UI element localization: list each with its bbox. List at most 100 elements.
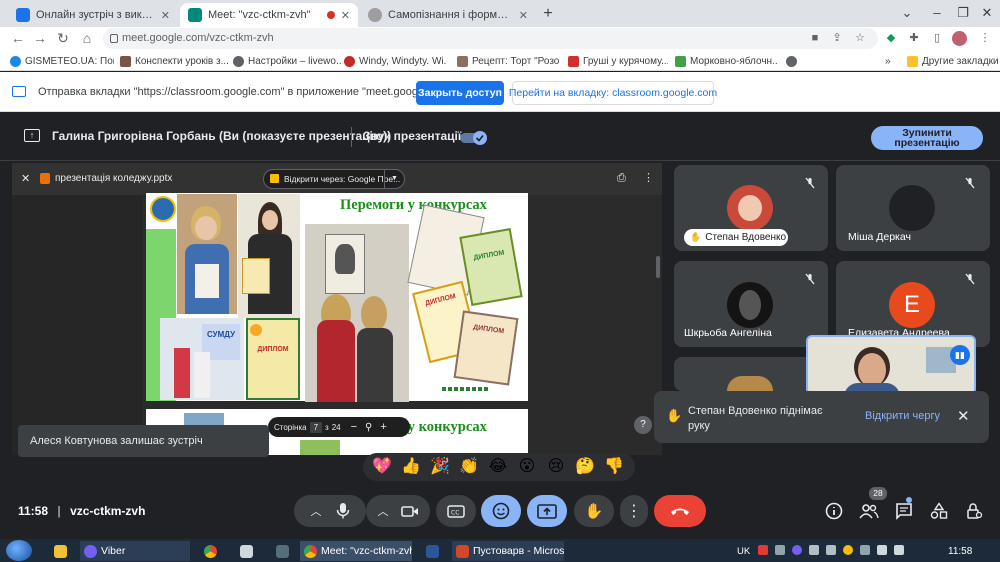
taskbar-word[interactable] xyxy=(422,541,448,561)
infobar-text: Отправка вкладки "https://classroom.goog… xyxy=(38,86,464,98)
stop-presenting-button[interactable]: Зупинити презентацію xyxy=(871,126,983,150)
camera-control[interactable]: ︿ xyxy=(366,495,430,527)
open-queue-button[interactable]: Відкрити чергу xyxy=(865,410,940,422)
taskbar-meet[interactable]: Meet: "vzc-ctkm-zvh"... xyxy=(300,541,412,561)
close-icon[interactable]: ✕ xyxy=(161,9,170,22)
taskbar-chrome[interactable] xyxy=(200,541,226,561)
taskbar-explorer[interactable] xyxy=(50,541,78,561)
reaction-surprised[interactable]: 😮 xyxy=(514,455,540,479)
tab-classroom[interactable]: Онлайн зустріч з викладача ✕ xyxy=(8,3,178,27)
back-icon[interactable]: ← xyxy=(8,27,28,51)
reaction-thumbs-down[interactable]: 👎 xyxy=(601,455,627,479)
shield-icon[interactable]: ◆ xyxy=(882,29,900,48)
leave-call-button[interactable] xyxy=(654,495,706,527)
divider xyxy=(351,127,352,147)
reaction-party[interactable]: 🎉 xyxy=(427,455,453,479)
star-icon[interactable]: ☆ xyxy=(851,29,869,48)
generic-icon xyxy=(368,8,382,22)
meeting-details-button[interactable] xyxy=(823,500,845,522)
slide-8-photo xyxy=(300,440,340,455)
stop-sharing-button[interactable]: Закрыть доступ xyxy=(416,81,504,105)
lock-icon xyxy=(110,34,118,43)
avatar xyxy=(727,282,773,328)
bookmark-windy[interactable]: Windy, Windyty. Wi... xyxy=(344,53,446,69)
print-icon: ⎙ xyxy=(617,172,626,184)
network-icon[interactable] xyxy=(877,545,887,555)
hand-icon: ✋ xyxy=(666,408,683,423)
tray-app-icon[interactable] xyxy=(775,545,785,555)
present-button[interactable] xyxy=(527,495,567,527)
switch-tab-button[interactable]: Перейти на вкладку: classroom.google.com xyxy=(509,81,717,105)
bookmark-cake[interactable]: Рецепт: Торт "Розо... xyxy=(457,53,559,69)
bookmark-lesson-notes[interactable]: Конспекти уроків з... xyxy=(120,53,230,69)
reaction-thinking[interactable]: 🤔 xyxy=(572,455,598,479)
tray-app-icon[interactable] xyxy=(809,545,819,555)
avatar xyxy=(889,185,935,231)
mic-control[interactable]: ︿ xyxy=(294,495,366,527)
file-name: презентація коледжу.pptx xyxy=(55,173,173,184)
word-icon xyxy=(426,544,439,558)
chevron-up-icon[interactable]: ︿ xyxy=(378,503,389,519)
extensions-icon[interactable]: ✚ xyxy=(905,29,923,48)
more-options-button[interactable]: ⋮ xyxy=(620,495,648,527)
sidepanel-icon[interactable]: ▯ xyxy=(928,29,946,48)
search-icon: ⚲ xyxy=(365,421,373,433)
menu-icon[interactable]: ⋮ xyxy=(976,29,994,48)
windows-start-icon[interactable] xyxy=(6,540,32,561)
reaction-clap[interactable]: 👏 xyxy=(456,455,482,479)
tray-app-icon[interactable] xyxy=(758,545,768,555)
host-controls-button[interactable] xyxy=(963,500,985,522)
volume-icon[interactable] xyxy=(894,545,904,555)
other-bookmarks[interactable]: Другие закладки xyxy=(907,53,999,69)
self-view[interactable]: ▮▮ xyxy=(806,335,976,395)
reaction-laugh[interactable]: 😂 xyxy=(485,455,511,479)
bookmark-livewo[interactable]: Настройки – livewo... xyxy=(233,53,341,69)
activities-button[interactable] xyxy=(928,500,950,522)
bookmarks-overflow-icon[interactable]: » xyxy=(885,53,895,69)
bookmark-gismeteo[interactable]: GISMETEO.UA: Пог... xyxy=(10,53,114,69)
tab-meet[interactable]: Meet: "vzc-ctkm-zvh" ✕ xyxy=(180,3,358,27)
taskbar-powerpoint[interactable]: Пустоварв - Microsof... xyxy=(452,541,564,561)
taskbar-app[interactable] xyxy=(236,541,262,561)
reaction-sad[interactable]: 😢 xyxy=(543,455,569,479)
system-clock[interactable]: 11:58 xyxy=(948,546,972,557)
people-button[interactable] xyxy=(858,500,880,522)
tab-self-knowledge[interactable]: Самопізнання і формування осо ✕ xyxy=(360,3,536,27)
tray-app-icon[interactable] xyxy=(843,545,853,555)
bookmark-pears[interactable]: Груші у курячому... xyxy=(568,53,668,69)
raise-hand-button[interactable]: ✋ xyxy=(574,495,614,527)
bookmark-globe[interactable] xyxy=(786,53,800,69)
captions-icon: CC xyxy=(447,504,465,518)
close-icon[interactable]: ✕ xyxy=(519,9,528,22)
reaction-heart[interactable]: 💖 xyxy=(369,455,395,479)
viber-icon[interactable] xyxy=(792,545,802,555)
chevron-up-icon[interactable]: ︿ xyxy=(311,503,322,519)
window-close-icon[interactable]: ✕ xyxy=(970,0,1000,27)
camera-icon[interactable]: ■ xyxy=(806,29,824,48)
url-text[interactable]: meet.google.com/vzc-ctkm-zvh xyxy=(122,29,274,48)
bookmark-carrot[interactable]: Морковно-яблочн... xyxy=(675,53,777,69)
new-tab-button[interactable]: + xyxy=(538,4,558,24)
taskbar-app[interactable] xyxy=(272,541,298,561)
taskbar-viber[interactable]: Viber xyxy=(80,541,190,561)
flag-icon[interactable] xyxy=(860,545,870,555)
home-icon[interactable]: ⌂ xyxy=(77,27,97,51)
close-icon[interactable]: ✕ xyxy=(957,407,970,425)
profile-avatar[interactable] xyxy=(952,31,967,46)
close-icon[interactable]: ✕ xyxy=(341,9,350,22)
meeting-info: 11:58 | vzc-ctkm-zvh xyxy=(18,504,146,518)
reactions-button[interactable] xyxy=(481,495,521,527)
captions-button[interactable]: CC xyxy=(436,495,476,527)
tray-app-icon[interactable] xyxy=(826,545,836,555)
folder-icon xyxy=(54,544,67,558)
avatar: E xyxy=(889,282,935,328)
sound-toggle[interactable] xyxy=(460,130,488,146)
forward-icon[interactable]: → xyxy=(30,27,50,51)
tab-search-icon[interactable]: ⌄ xyxy=(890,0,924,27)
windy-icon xyxy=(344,55,355,67)
language-indicator[interactable]: UK xyxy=(737,546,750,557)
reload-icon[interactable]: ↻ xyxy=(53,27,73,51)
reaction-thumbs-up[interactable]: 👍 xyxy=(398,455,424,479)
chat-button[interactable] xyxy=(893,500,915,522)
share-icon[interactable]: ⇪ xyxy=(828,29,846,48)
